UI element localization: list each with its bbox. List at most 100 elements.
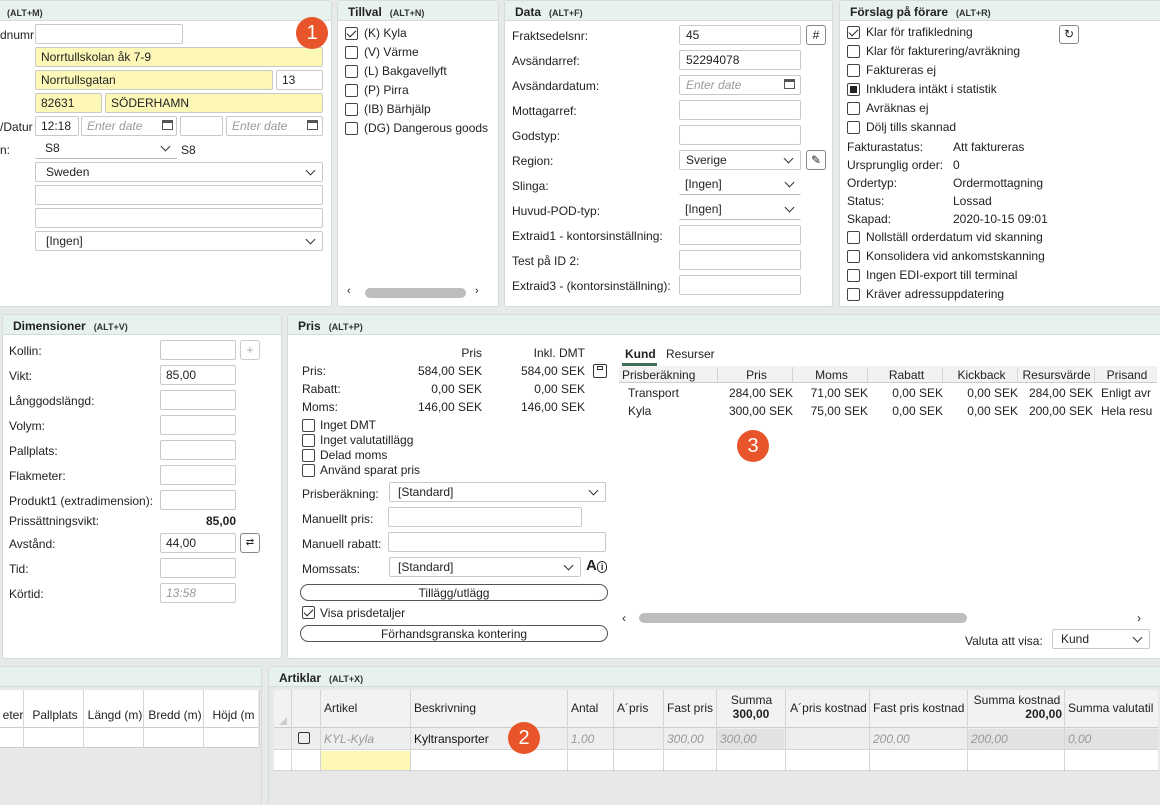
data-input[interactable] (679, 250, 801, 270)
scroll-left-icon[interactable]: ‹ (347, 285, 351, 297)
data-header: Data (ALT+F) (505, 1, 832, 21)
tillval-checkbox[interactable] (345, 65, 358, 78)
dim-input[interactable] (160, 340, 236, 360)
order-number-input[interactable] (35, 24, 183, 44)
moms-select[interactable]: [Standard] (389, 557, 581, 577)
tillval-scrollbar[interactable]: ‹ › (344, 285, 490, 299)
tillval-checkbox[interactable] (345, 46, 358, 59)
calendar-icon[interactable] (162, 120, 173, 130)
data-input[interactable]: 45 (679, 25, 801, 45)
manuellt-input[interactable] (388, 507, 582, 527)
tillval-checkbox[interactable] (345, 27, 358, 40)
data-input[interactable] (679, 100, 801, 120)
price-grid-scrollbar[interactable]: ‹ › (619, 611, 1157, 625)
scroll-thumb[interactable] (365, 288, 466, 298)
tillval-checkbox[interactable] (345, 122, 358, 135)
forslag-checkbox[interactable] (847, 231, 860, 244)
refresh-icon[interactable]: ↻ (1059, 25, 1079, 44)
edit-icon[interactable]: ✎ (806, 150, 826, 170)
forslag-checkbox[interactable] (847, 121, 860, 134)
data-input[interactable]: Sverige (679, 150, 801, 170)
code-select[interactable]: S8 (35, 139, 177, 159)
calendar-icon[interactable] (784, 79, 795, 89)
tab-resurser[interactable]: Resurser (666, 347, 715, 361)
forslag-checkbox[interactable] (847, 102, 860, 115)
marker-2: 2 (508, 722, 540, 754)
dim-input[interactable] (160, 390, 236, 410)
data-input[interactable]: 52294078 (679, 50, 801, 70)
prisvikt-label: Prissättningsvikt: (9, 514, 100, 528)
data-input[interactable]: [Ingen] (679, 175, 801, 195)
calendar-icon[interactable] (307, 120, 318, 130)
edit-row-icon[interactable] (298, 732, 310, 744)
tid-input[interactable] (160, 558, 236, 578)
time-input[interactable]: 12:18 (35, 116, 79, 136)
kortid-input[interactable]: 13:58 (160, 583, 236, 603)
data-input[interactable] (679, 125, 801, 145)
city-input[interactable]: SÖDERHAMN (105, 93, 323, 113)
forslag-checkbox[interactable] (847, 45, 860, 58)
artiklar-cell[interactable] (614, 729, 662, 749)
dim-input[interactable]: 85,00 (160, 365, 236, 385)
country-select[interactable]: Sweden (35, 162, 323, 182)
hash-button[interactable]: # (806, 25, 826, 45)
data-input[interactable]: [Ingen] (679, 200, 801, 220)
artiklar-header-cell: Summa (730, 693, 773, 707)
forslag-checkbox[interactable] (847, 250, 860, 263)
forslag-checkbox[interactable] (847, 64, 860, 77)
artiklar-cell[interactable]: KYL-Kyla (321, 729, 410, 749)
add-icon[interactable]: + (240, 340, 260, 360)
prisberakning-select[interactable]: [Standard] (389, 482, 606, 502)
save-icon[interactable] (593, 364, 607, 378)
forslag-checkbox[interactable] (847, 269, 860, 282)
dim-input[interactable] (160, 490, 236, 510)
scroll-right-icon[interactable]: › (1137, 611, 1141, 625)
forslag-label: Konsolidera vid ankomstskanning (866, 249, 1045, 263)
artiklar-cell[interactable]: 300,00 (664, 729, 716, 749)
grid-cell: 0,00 SEK (967, 386, 1018, 400)
data-input[interactable]: Enter date (679, 75, 801, 95)
tillval-checkbox[interactable] (345, 103, 358, 116)
pris-checkbox[interactable] (302, 464, 315, 477)
data-label: Region: (512, 154, 554, 168)
scroll-right-icon[interactable]: › (475, 285, 479, 297)
name-input[interactable]: Norrtullskolan åk 7-9 (35, 47, 323, 67)
street-input[interactable]: Norrtullsgatan (35, 70, 273, 90)
forslag-label: Avräknas ej (866, 101, 929, 115)
tax-info-icon[interactable]: Ai (586, 557, 608, 574)
visa-checkbox[interactable] (302, 606, 315, 619)
artiklar-cell[interactable]: 200,00 (870, 729, 967, 749)
valuta-select[interactable]: Kund (1052, 629, 1150, 649)
avstand-input[interactable]: 44,00 (160, 533, 236, 553)
label-n: n: (0, 143, 11, 157)
scroll-thumb[interactable] (639, 613, 967, 623)
dim-input[interactable] (160, 440, 236, 460)
dim-input[interactable] (160, 465, 236, 485)
manuellt-label: Manuellt pris: (302, 512, 374, 526)
forslag-checkbox[interactable] (847, 26, 860, 39)
street-number-input[interactable]: 13 (276, 70, 323, 90)
forslag-checkbox[interactable] (847, 288, 860, 301)
pris-checkbox[interactable] (302, 419, 315, 432)
artikel-new-cell[interactable] (321, 751, 410, 770)
zip-input[interactable]: 82631 (35, 93, 102, 113)
row-select-icon[interactable] (279, 717, 287, 725)
forslag-checkbox[interactable] (847, 83, 860, 96)
tab-kund[interactable]: Kund (625, 347, 656, 361)
pris-checkbox[interactable] (302, 434, 315, 447)
dim-input[interactable] (160, 415, 236, 435)
address-line-input-2[interactable] (35, 208, 323, 228)
scroll-left-icon[interactable]: ‹ (622, 611, 626, 625)
rabatt-input[interactable] (388, 532, 606, 552)
distance-icon[interactable]: ⇄ (240, 533, 260, 553)
data-input[interactable] (679, 225, 801, 245)
tillagg-button[interactable]: Tillägg/utlägg (300, 584, 608, 601)
last-select[interactable]: [Ingen] (35, 231, 323, 251)
tillval-checkbox[interactable] (345, 84, 358, 97)
artiklar-cell[interactable]: 1,00 (568, 729, 612, 749)
forhand-button[interactable]: Förhandsgranska kontering (300, 625, 608, 642)
data-input[interactable] (679, 275, 801, 295)
time-input-2[interactable] (180, 116, 223, 136)
address-line-input[interactable] (35, 185, 323, 205)
pris-checkbox[interactable] (302, 449, 315, 462)
